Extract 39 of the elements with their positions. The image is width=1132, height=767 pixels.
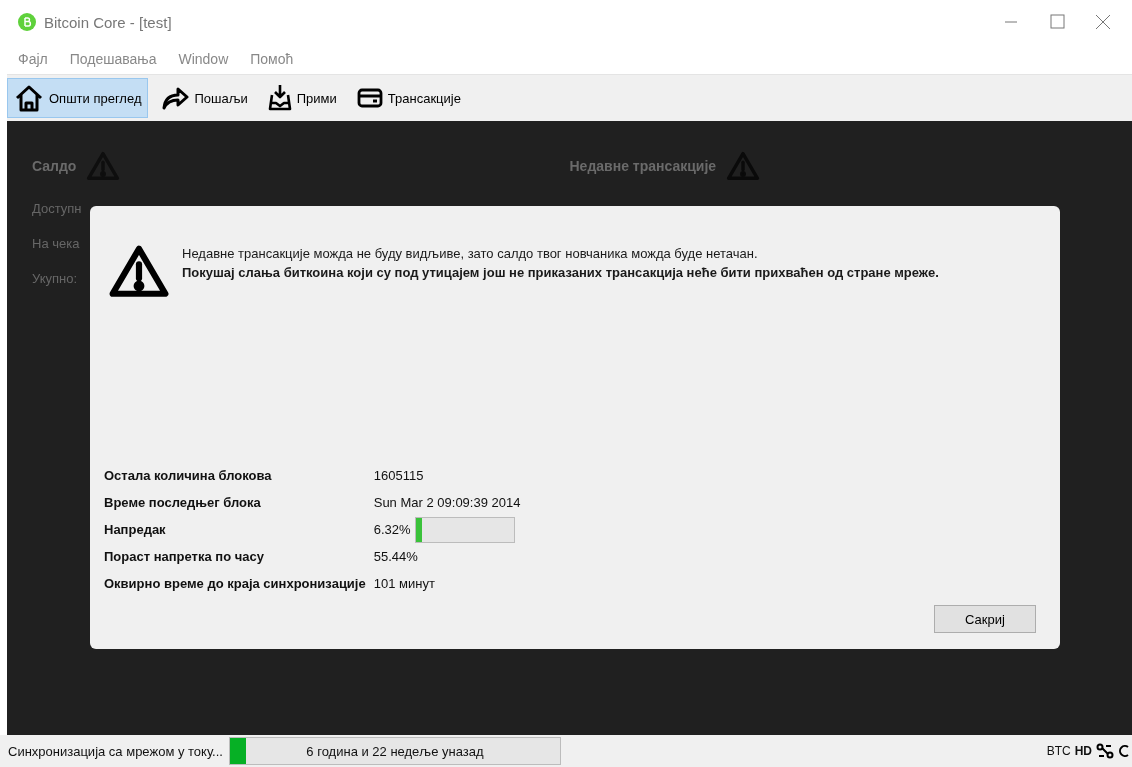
menu-item[interactable]: Подешавања xyxy=(69,51,157,67)
menu-item[interactable]: Фајл xyxy=(18,51,48,67)
bitcoin-logo-icon xyxy=(18,13,36,31)
sync-warning: Покушај слања биткоина који су под утицајем још не приказаних трансакција неће бити прихваћен од стране мреже. xyxy=(182,264,939,282)
balance-label: На чека xyxy=(32,235,80,251)
stat-label: Оквирно време до краја синхронизације xyxy=(104,575,366,593)
stat-value: 6.32% xyxy=(373,522,411,537)
status-text: Синхронизација са мрежом у току... xyxy=(8,743,223,759)
warning-icon xyxy=(108,244,170,299)
stat-label: Остала количина блокова xyxy=(104,467,273,485)
stat-label: Време последњег блока xyxy=(104,494,262,512)
arrow-icon xyxy=(161,86,190,110)
stat-label: Напредак xyxy=(104,521,167,539)
unit-label[interactable]: BTC xyxy=(1046,744,1071,758)
stat-value: Sun Mar 2 09:09:39 2014 xyxy=(373,495,521,510)
balance-label: Доступн xyxy=(32,200,82,216)
warning-icon xyxy=(726,151,761,181)
progress-text: 6 година и 22 недеље уназад xyxy=(306,743,484,759)
network-icon xyxy=(1096,743,1114,759)
window-title: Bitcoin Core - [test] xyxy=(44,13,173,31)
stat-value: 1605115 xyxy=(373,468,424,483)
stat-label: Пораст напретка по часу xyxy=(104,548,265,566)
hd-label: HD xyxy=(1074,744,1092,758)
inbox-download-icon xyxy=(267,83,292,113)
toolbar-tab[interactable]: Општи преглед xyxy=(7,78,149,118)
menu-item[interactable]: Window xyxy=(178,51,229,67)
menu-item[interactable]: Помоћ xyxy=(250,51,294,67)
section-title: Салдо xyxy=(32,157,77,174)
toolbar-tab[interactable]: Пошаљи xyxy=(154,78,255,118)
hide-button[interactable]: Сакриј xyxy=(934,605,1036,633)
toolbar-tab[interactable]: Трансакције xyxy=(349,78,468,118)
stat-value: 101 минут xyxy=(373,576,435,591)
sync-message: Недавне трансакције можда не буду видљиве, зато салдо твог новчаника можда буде нетачан. xyxy=(182,245,759,263)
home-icon xyxy=(14,84,44,112)
stat-value: 55.44% xyxy=(373,549,418,564)
card-icon xyxy=(356,88,383,108)
toolbar-tab[interactable]: Прими xyxy=(260,78,344,118)
section-title: Недавне трансакције xyxy=(569,157,717,174)
balance-label: Укупно: xyxy=(32,270,78,286)
